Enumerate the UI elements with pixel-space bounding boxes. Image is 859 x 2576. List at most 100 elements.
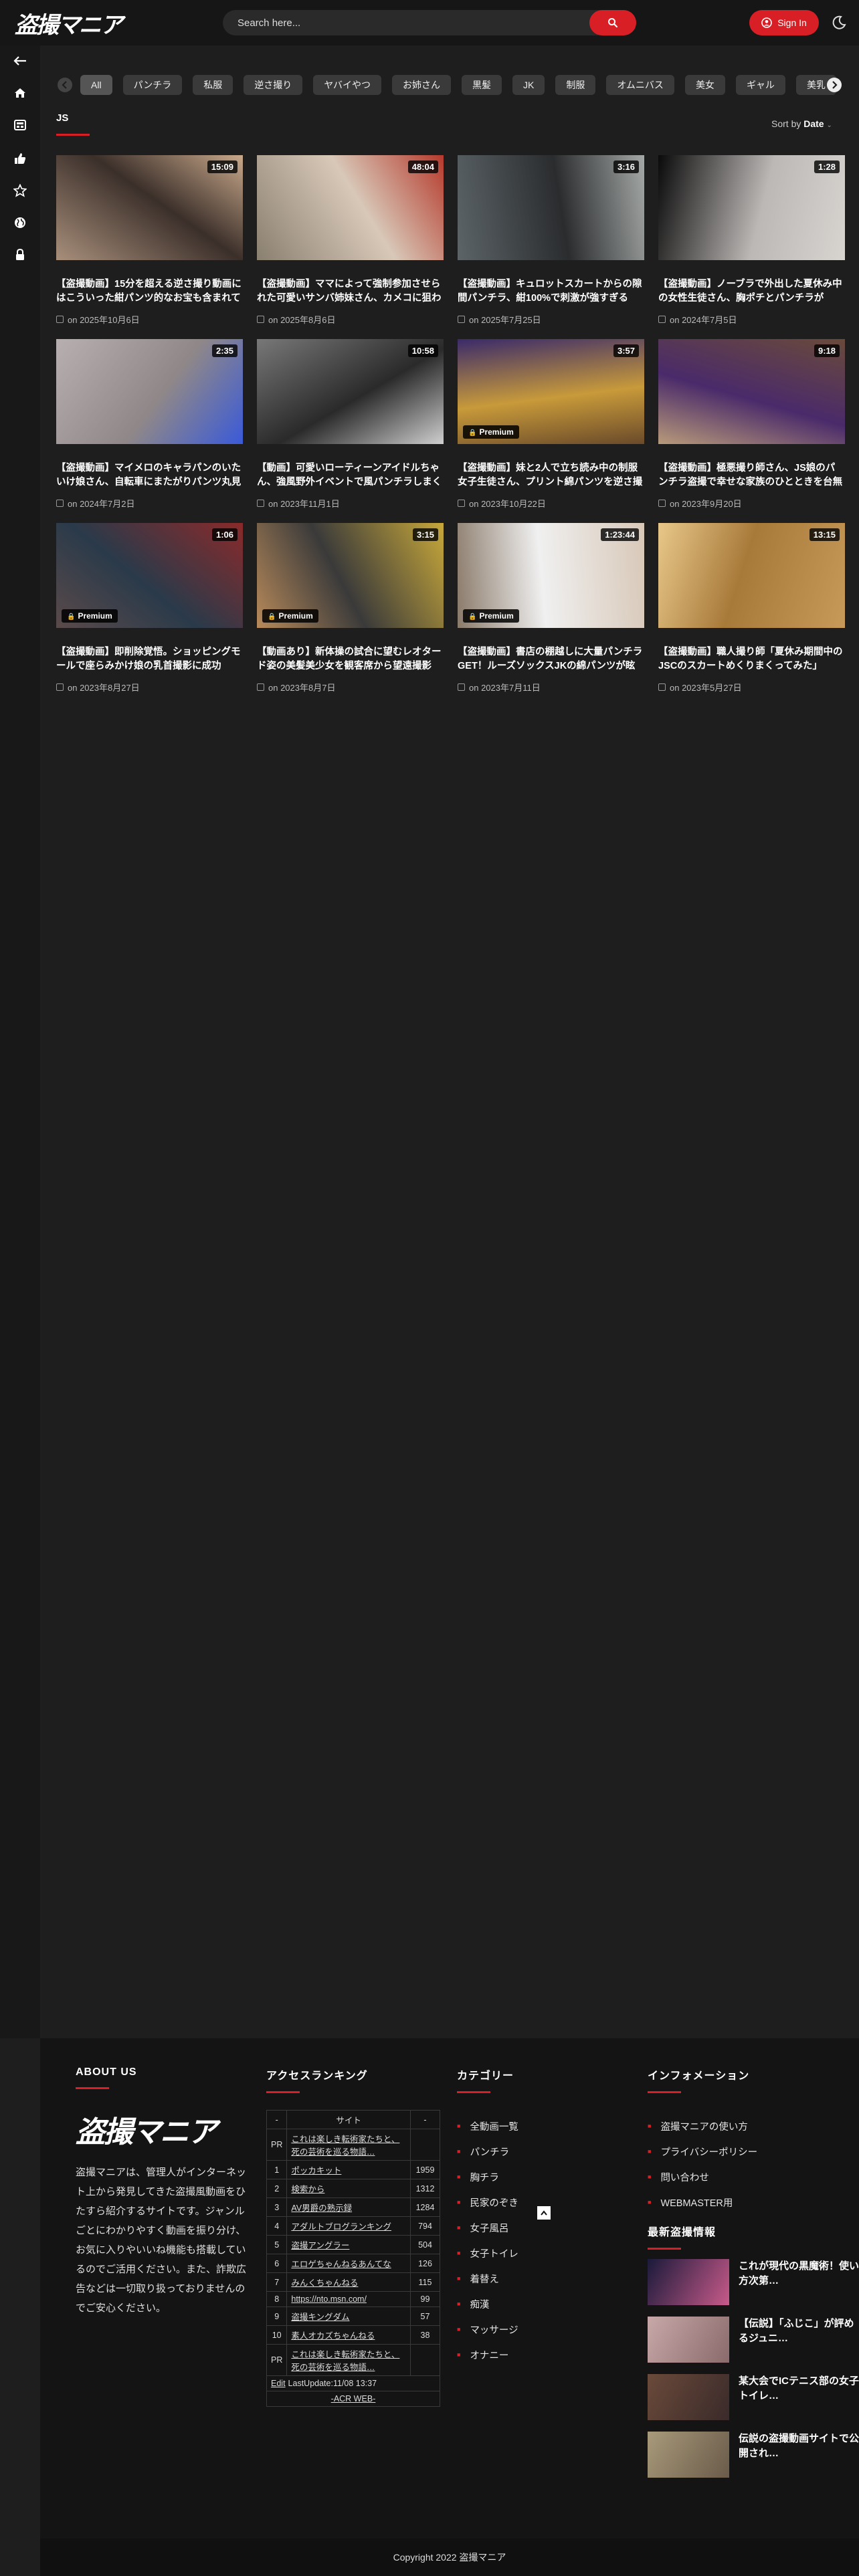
rank-site-link[interactable]: アダルトブログランキング bbox=[291, 2222, 391, 2232]
video-card[interactable]: 1:06 🔒 Premium 【盗撮動画】即削除覚悟。ショッピングモールで座らみかけ娘… bbox=[56, 523, 243, 693]
scroll-left-button[interactable] bbox=[58, 78, 72, 92]
news-title[interactable]: 伝説の盗撮動画サイトで公開され… bbox=[739, 2432, 859, 2478]
video-thumbnail[interactable]: 3:57 🔒 Premium bbox=[458, 339, 644, 444]
rank-site-link[interactable]: これは楽しき転術家たちと、死の芸術を巡る物語… bbox=[291, 2350, 399, 2372]
video-thumbnail[interactable]: 2:35 bbox=[56, 339, 243, 444]
info-link[interactable]: ■ 盗撮マニアの使い方 bbox=[648, 2113, 859, 2139]
video-thumbnail[interactable]: 3:15 🔒 Premium bbox=[257, 523, 444, 628]
video-card[interactable]: 15:09 【盗撮動画】15分を超える逆さ撮り動画にはこういった紺パンツ的なお宝も… bbox=[56, 155, 243, 326]
rank-site-link[interactable]: https://nto.msn.com/ bbox=[291, 2294, 367, 2304]
rank-site-link[interactable]: 盗撮キングダム bbox=[291, 2313, 349, 2322]
star-icon[interactable] bbox=[13, 183, 27, 198]
video-thumbnail[interactable]: 1:28 bbox=[658, 155, 845, 260]
video-title[interactable]: 【動画】可愛いローティーンアイドルちゃん、強風野外イベントで風パンチラしまくり bbox=[257, 461, 444, 490]
sign-in-button[interactable]: Sign In bbox=[749, 10, 819, 35]
video-title[interactable]: 【盗撮動画】ママによって強制参加させられた可愛いサンバ姉妹さん、カメコに狙われ bbox=[257, 278, 444, 306]
dark-mode-toggle-icon[interactable] bbox=[831, 15, 847, 31]
category-link[interactable]: ■ 民家のぞき bbox=[457, 2189, 518, 2215]
filter-chip[interactable]: 制服 bbox=[555, 75, 596, 95]
news-title[interactable]: 【伝説】「ふじこ」が評めるジュニ… bbox=[739, 2317, 859, 2363]
filter-chip[interactable]: ヤバイやつ bbox=[313, 75, 381, 95]
filter-chip[interactable]: パンチラ bbox=[122, 75, 183, 95]
video-title[interactable]: 【盗撮動画】書店の棚越しに大量パンチラGET！ルーズソックスJKの綿パンツが眩し… bbox=[458, 645, 644, 673]
info-link[interactable]: ■ プライバシーポリシー bbox=[648, 2139, 859, 2164]
news-thumbnail[interactable] bbox=[648, 2259, 729, 2305]
video-title[interactable]: 【動画あり】新体操の試合に望むレオタード姿の美髪美少女を観客席から望遠撮影 bbox=[257, 645, 444, 673]
video-thumbnail[interactable]: 13:15 bbox=[658, 523, 845, 628]
back-arrow-icon[interactable] bbox=[13, 53, 27, 68]
video-title[interactable]: 【盗撮動画】極悪撮り師さん、JS娘のパンチラ盗撮で幸せな家族のひとときを台無しに bbox=[658, 461, 845, 490]
info-link[interactable]: ■ WEBMASTER用 bbox=[648, 2189, 859, 2215]
category-link[interactable]: ■ 着替え bbox=[457, 2266, 518, 2291]
globe-icon[interactable] bbox=[13, 215, 27, 230]
rank-site-link[interactable]: 素人オカズちゃんねる bbox=[291, 2331, 375, 2341]
news-item[interactable]: 伝説の盗撮動画サイトで公開され… bbox=[648, 2432, 859, 2478]
ranking-credit-link[interactable]: -ACR WEB- bbox=[331, 2394, 376, 2403]
rank-site-link[interactable]: みんくちゃんねる bbox=[291, 2278, 358, 2288]
video-thumbnail[interactable]: 9:18 bbox=[658, 339, 845, 444]
filter-chip[interactable]: 逆さ撮り bbox=[244, 75, 303, 95]
video-card[interactable]: 13:15 【盗撮動画】職人撮り師「夏休み期間中のJSCのスカートめくりまくってみ… bbox=[658, 523, 845, 693]
home-icon[interactable] bbox=[13, 86, 27, 100]
sort-dropdown[interactable]: Sort by Date ⌄ bbox=[771, 118, 832, 129]
news-item[interactable]: これが現代の黒魔術！使い方次第… bbox=[648, 2259, 859, 2305]
video-card[interactable]: 48:04 【盗撮動画】ママによって強制参加させられた可愛いサンバ姉妹さん、カメコ… bbox=[257, 155, 444, 326]
video-title[interactable]: 【盗撮動画】ノーブラで外出した夏休み中の女性生徒さん、胸ポチとパンチラが bbox=[658, 278, 845, 306]
rank-site-link[interactable]: AV男爵の熟示録 bbox=[291, 2204, 352, 2213]
video-card[interactable]: 9:18 【盗撮動画】極悪撮り師さん、JS娘のパンチラ盗撮で幸せな家族のひとときを… bbox=[658, 339, 845, 510]
video-card[interactable]: 3:15 🔒 Premium 【動画あり】新体操の試合に望むレオタード姿の美髪美少女を… bbox=[257, 523, 444, 693]
rank-site-link[interactable]: これは楽しき転術家たちと、死の芸術を巡る物語… bbox=[291, 2135, 399, 2157]
category-link[interactable]: ■ オナニー bbox=[457, 2342, 518, 2367]
info-link[interactable]: ■ 問い合わせ bbox=[648, 2164, 859, 2189]
video-title[interactable]: 【盗撮動画】即削除覚悟。ショッピングモールで座らみかけ娘の乳首撮影に成功 bbox=[56, 645, 243, 673]
news-thumbnail[interactable] bbox=[648, 2432, 729, 2478]
rank-site-link[interactable]: 盗撮アングラー bbox=[291, 2241, 349, 2250]
video-thumbnail[interactable]: 3:16 bbox=[458, 155, 644, 260]
rank-site-link[interactable]: ポッカキット bbox=[291, 2166, 341, 2175]
category-link[interactable]: ■ 女子トイレ bbox=[457, 2240, 518, 2266]
filter-chip[interactable]: 黒髪 bbox=[462, 75, 502, 95]
news-item[interactable]: 【伝説】「ふじこ」が評めるジュニ… bbox=[648, 2317, 859, 2363]
category-link[interactable]: ■ 胸チラ bbox=[457, 2164, 518, 2189]
category-link[interactable]: ■ パンチラ bbox=[457, 2139, 518, 2164]
news-title[interactable]: これが現代の黒魔術！使い方次第… bbox=[739, 2259, 859, 2305]
search-input[interactable] bbox=[223, 10, 589, 35]
scroll-right-button[interactable] bbox=[827, 78, 842, 92]
video-card[interactable]: 1:23:44 🔒 Premium 【盗撮動画】書店の棚越しに大量パンチラGET！ルー… bbox=[458, 523, 644, 693]
scroll-to-top-button[interactable] bbox=[537, 2206, 551, 2220]
grid-icon[interactable] bbox=[13, 118, 27, 132]
video-thumbnail[interactable]: 15:09 bbox=[56, 155, 243, 260]
category-link[interactable]: ■ 女子風呂 bbox=[457, 2215, 518, 2240]
video-card[interactable]: 1:28 【盗撮動画】ノーブラで外出した夏休み中の女性生徒さん、胸ポチとパンチラが… bbox=[658, 155, 845, 326]
news-item[interactable]: 某大会でICテニス部の女子トイレ… bbox=[648, 2374, 859, 2420]
video-card[interactable]: 2:35 【盗撮動画】マイメロのキャラパンのいたいけ娘さん、自転車にまたがりパンツ… bbox=[56, 339, 243, 510]
rank-site-link[interactable]: エロゲちゃんねるあんてな bbox=[291, 2260, 391, 2269]
news-thumbnail[interactable] bbox=[648, 2317, 729, 2363]
category-link[interactable]: ■ マッサージ bbox=[457, 2317, 518, 2342]
video-card[interactable]: 10:58 【動画】可愛いローティーンアイドルちゃん、強風野外イベントで風パンチラ… bbox=[257, 339, 444, 510]
news-title[interactable]: 某大会でICテニス部の女子トイレ… bbox=[739, 2374, 859, 2420]
video-thumbnail[interactable]: 48:04 bbox=[257, 155, 444, 260]
video-thumbnail[interactable]: 1:23:44 🔒 Premium bbox=[458, 523, 644, 628]
filter-chip[interactable]: お姉さん bbox=[392, 75, 451, 95]
category-link[interactable]: ■ 痴漢 bbox=[457, 2291, 518, 2317]
filter-chip[interactable]: All bbox=[80, 75, 112, 95]
video-title[interactable]: 【盗撮動画】職人撮り師「夏休み期間中のJSCのスカートめくりまくってみた」 bbox=[658, 645, 845, 673]
rank-site-link[interactable]: 検索から bbox=[291, 2185, 324, 2194]
filter-chip[interactable]: オムニバス bbox=[606, 75, 674, 95]
video-card[interactable]: 3:16 【盗撮動画】キュロットスカートからの隙間パンチラ、紺100%で刺激が強す… bbox=[458, 155, 644, 326]
filter-chip[interactable]: 私服 bbox=[193, 75, 233, 95]
video-card[interactable]: 3:57 🔒 Premium 【盗撮動画】妹と2人で立ち読み中の制服女子生徒さん、プリ… bbox=[458, 339, 644, 510]
category-link[interactable]: ■ 全動画一覧 bbox=[457, 2113, 518, 2139]
thumbs-up-icon[interactable] bbox=[13, 151, 27, 166]
video-title[interactable]: 【盗撮動画】キュロットスカートからの隙間パンチラ、紺100%で刺激が強すぎる bbox=[458, 278, 644, 306]
ranking-edit-link[interactable]: Edit bbox=[271, 2379, 286, 2388]
filter-chip[interactable]: 美女 bbox=[684, 75, 725, 95]
news-thumbnail[interactable] bbox=[648, 2374, 729, 2420]
video-thumbnail[interactable]: 10:58 bbox=[257, 339, 444, 444]
search-button[interactable] bbox=[589, 10, 636, 35]
filter-chip[interactable]: JK bbox=[512, 75, 545, 95]
site-logo[interactable]: 盗撮マニア bbox=[15, 9, 123, 39]
video-title[interactable]: 【盗撮動画】15分を超える逆さ撮り動画にはこういった紺パンツ的なお宝も含まれてい… bbox=[56, 278, 243, 306]
lock-icon[interactable] bbox=[13, 247, 27, 262]
